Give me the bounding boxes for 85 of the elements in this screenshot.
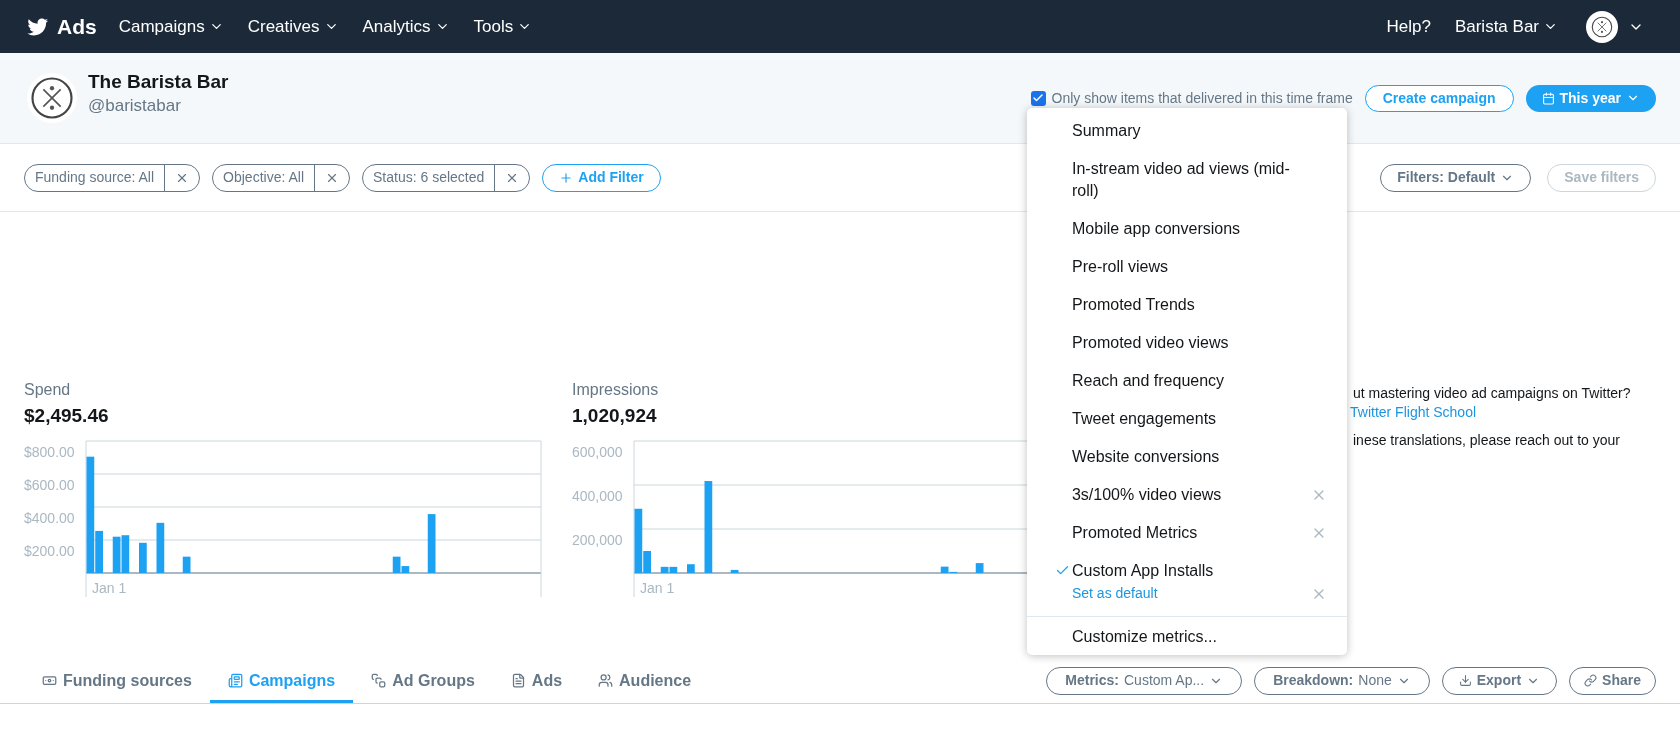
axis-tick-label: $800.00 <box>24 444 75 460</box>
metric-label: Pre-roll views <box>1072 257 1169 277</box>
tab[interactable]: Ad Groups <box>353 661 493 703</box>
delivered-checkbox[interactable] <box>1030 90 1046 106</box>
filter-label[interactable]: Status: 6 selected <box>363 167 495 188</box>
flight-school-link[interactable]: Twitter Flight School <box>1350 403 1477 422</box>
metric-label: Promoted Metrics <box>1071 523 1199 543</box>
nav-menu[interactable]: Creatives <box>247 13 339 40</box>
bar <box>121 535 130 573</box>
metric-option[interactable]: Pre-roll views <box>1027 248 1347 286</box>
bar <box>139 542 147 573</box>
chart-title: Spend <box>24 380 72 400</box>
download-icon <box>1458 674 1472 687</box>
metric-label: Summary <box>1072 121 1142 141</box>
axis-tick-label: $600.00 <box>24 477 75 493</box>
account-handle: @baristabar <box>88 95 182 117</box>
dropdown-label: Breakdown: <box>1273 671 1354 690</box>
metric-label: Reach and frequency <box>1072 371 1226 391</box>
people-icon <box>598 673 614 688</box>
metric-option[interactable]: 3s/100% video views <box>1027 476 1347 514</box>
link-icon <box>1584 674 1598 687</box>
bar <box>687 564 695 573</box>
stacked-squares-icon <box>371 673 387 688</box>
filter-label[interactable]: Objective: All <box>213 167 314 188</box>
bar <box>975 563 984 573</box>
document-icon <box>510 673 526 688</box>
create-campaign-button[interactable]: Create campaign <box>1364 84 1514 112</box>
nav-menu[interactable]: Tools <box>473 13 533 40</box>
bar <box>730 569 739 573</box>
account-name: The Barista Bar <box>88 70 229 94</box>
axis-tick-label: Jan 1 <box>92 580 127 596</box>
tab[interactable]: Ads <box>492 661 581 703</box>
checkbox-label: Only show items that delivered in this time frame <box>1051 88 1353 108</box>
help-link[interactable]: Help? <box>1386 13 1431 40</box>
axis-tick-label: 400,000 <box>572 488 623 504</box>
filter-label[interactable]: Funding source: All <box>25 167 165 188</box>
metric-option[interactable]: Website conversions <box>1027 438 1347 476</box>
metric-label: Mobile app conversions <box>1072 219 1242 239</box>
banknote-icon <box>42 673 57 688</box>
metric-label: In-stream video ad views (mid-roll) <box>1072 159 1291 201</box>
date-range-button[interactable]: This year <box>1525 84 1656 112</box>
axis-tick-label: Jan 1 <box>640 580 675 596</box>
axis-tick-label: $400.00 <box>24 510 75 526</box>
metric-label: Tweet engagements <box>1072 409 1218 429</box>
brand-logo-icon <box>26 72 78 124</box>
metric-option[interactable]: Mobile app conversions <box>1027 210 1347 248</box>
customize-metrics-option[interactable]: Customize metrics... <box>1072 628 1217 645</box>
metric-option[interactable]: Promoted Trends <box>1027 286 1347 324</box>
calendar-icon <box>1541 91 1555 105</box>
axis-tick-label: 200,000 <box>572 532 623 548</box>
axis-tick-label: $200.00 <box>24 543 75 559</box>
nav-menu[interactable]: Campaigns <box>118 13 224 40</box>
plus-icon <box>559 170 574 185</box>
dropdown-value: Custom Ap... <box>1124 671 1205 690</box>
account-menu[interactable]: Barista Bar <box>1454 13 1558 40</box>
tab[interactable]: Funding sources <box>24 661 210 703</box>
metric-label: Website conversions <box>1072 447 1221 467</box>
metric-label: Promoted video views <box>1072 333 1230 353</box>
dropdown-value: None <box>1358 671 1392 690</box>
avatar[interactable] <box>1586 10 1618 43</box>
metric-option[interactable]: Summary <box>1027 112 1347 150</box>
bar <box>427 514 436 573</box>
brand-name[interactable]: Ads <box>57 10 97 43</box>
axis-tick-label: 600,000 <box>572 444 623 460</box>
tab[interactable]: Campaigns <box>209 661 354 703</box>
nav-menu[interactable]: Analytics <box>362 13 450 40</box>
metric-label: 3s/100% video views <box>1071 485 1223 505</box>
bar <box>156 522 165 573</box>
tab[interactable]: Audience <box>580 661 710 703</box>
dropdown-label: Metrics: <box>1065 671 1119 690</box>
set-default-link[interactable]: Set as default <box>1071 582 1158 604</box>
metric-option[interactable]: Reach and frequency <box>1027 362 1347 400</box>
metric-option[interactable]: In-stream video ad views (mid-roll) <box>1027 150 1347 210</box>
metric-label: Custom App Installs <box>1071 561 1215 581</box>
metric-label: Promoted Trends <box>1072 295 1196 315</box>
metric-option[interactable]: Custom App Installs Set as default <box>1027 552 1347 612</box>
metric-option[interactable]: Promoted Metrics <box>1027 514 1347 552</box>
chart-total: $2,495.46 <box>24 404 110 428</box>
metric-option[interactable]: Tweet engagements <box>1027 400 1347 438</box>
newspaper-icon <box>227 673 243 688</box>
bar <box>182 556 191 573</box>
info-text: ut mastering video ad campaigns on Twitter? <box>1352 384 1631 403</box>
info-text: inese translations, please reach out to your <box>1352 431 1621 450</box>
metric-option[interactable]: Promoted video views <box>1027 324 1347 362</box>
bar <box>112 536 121 573</box>
